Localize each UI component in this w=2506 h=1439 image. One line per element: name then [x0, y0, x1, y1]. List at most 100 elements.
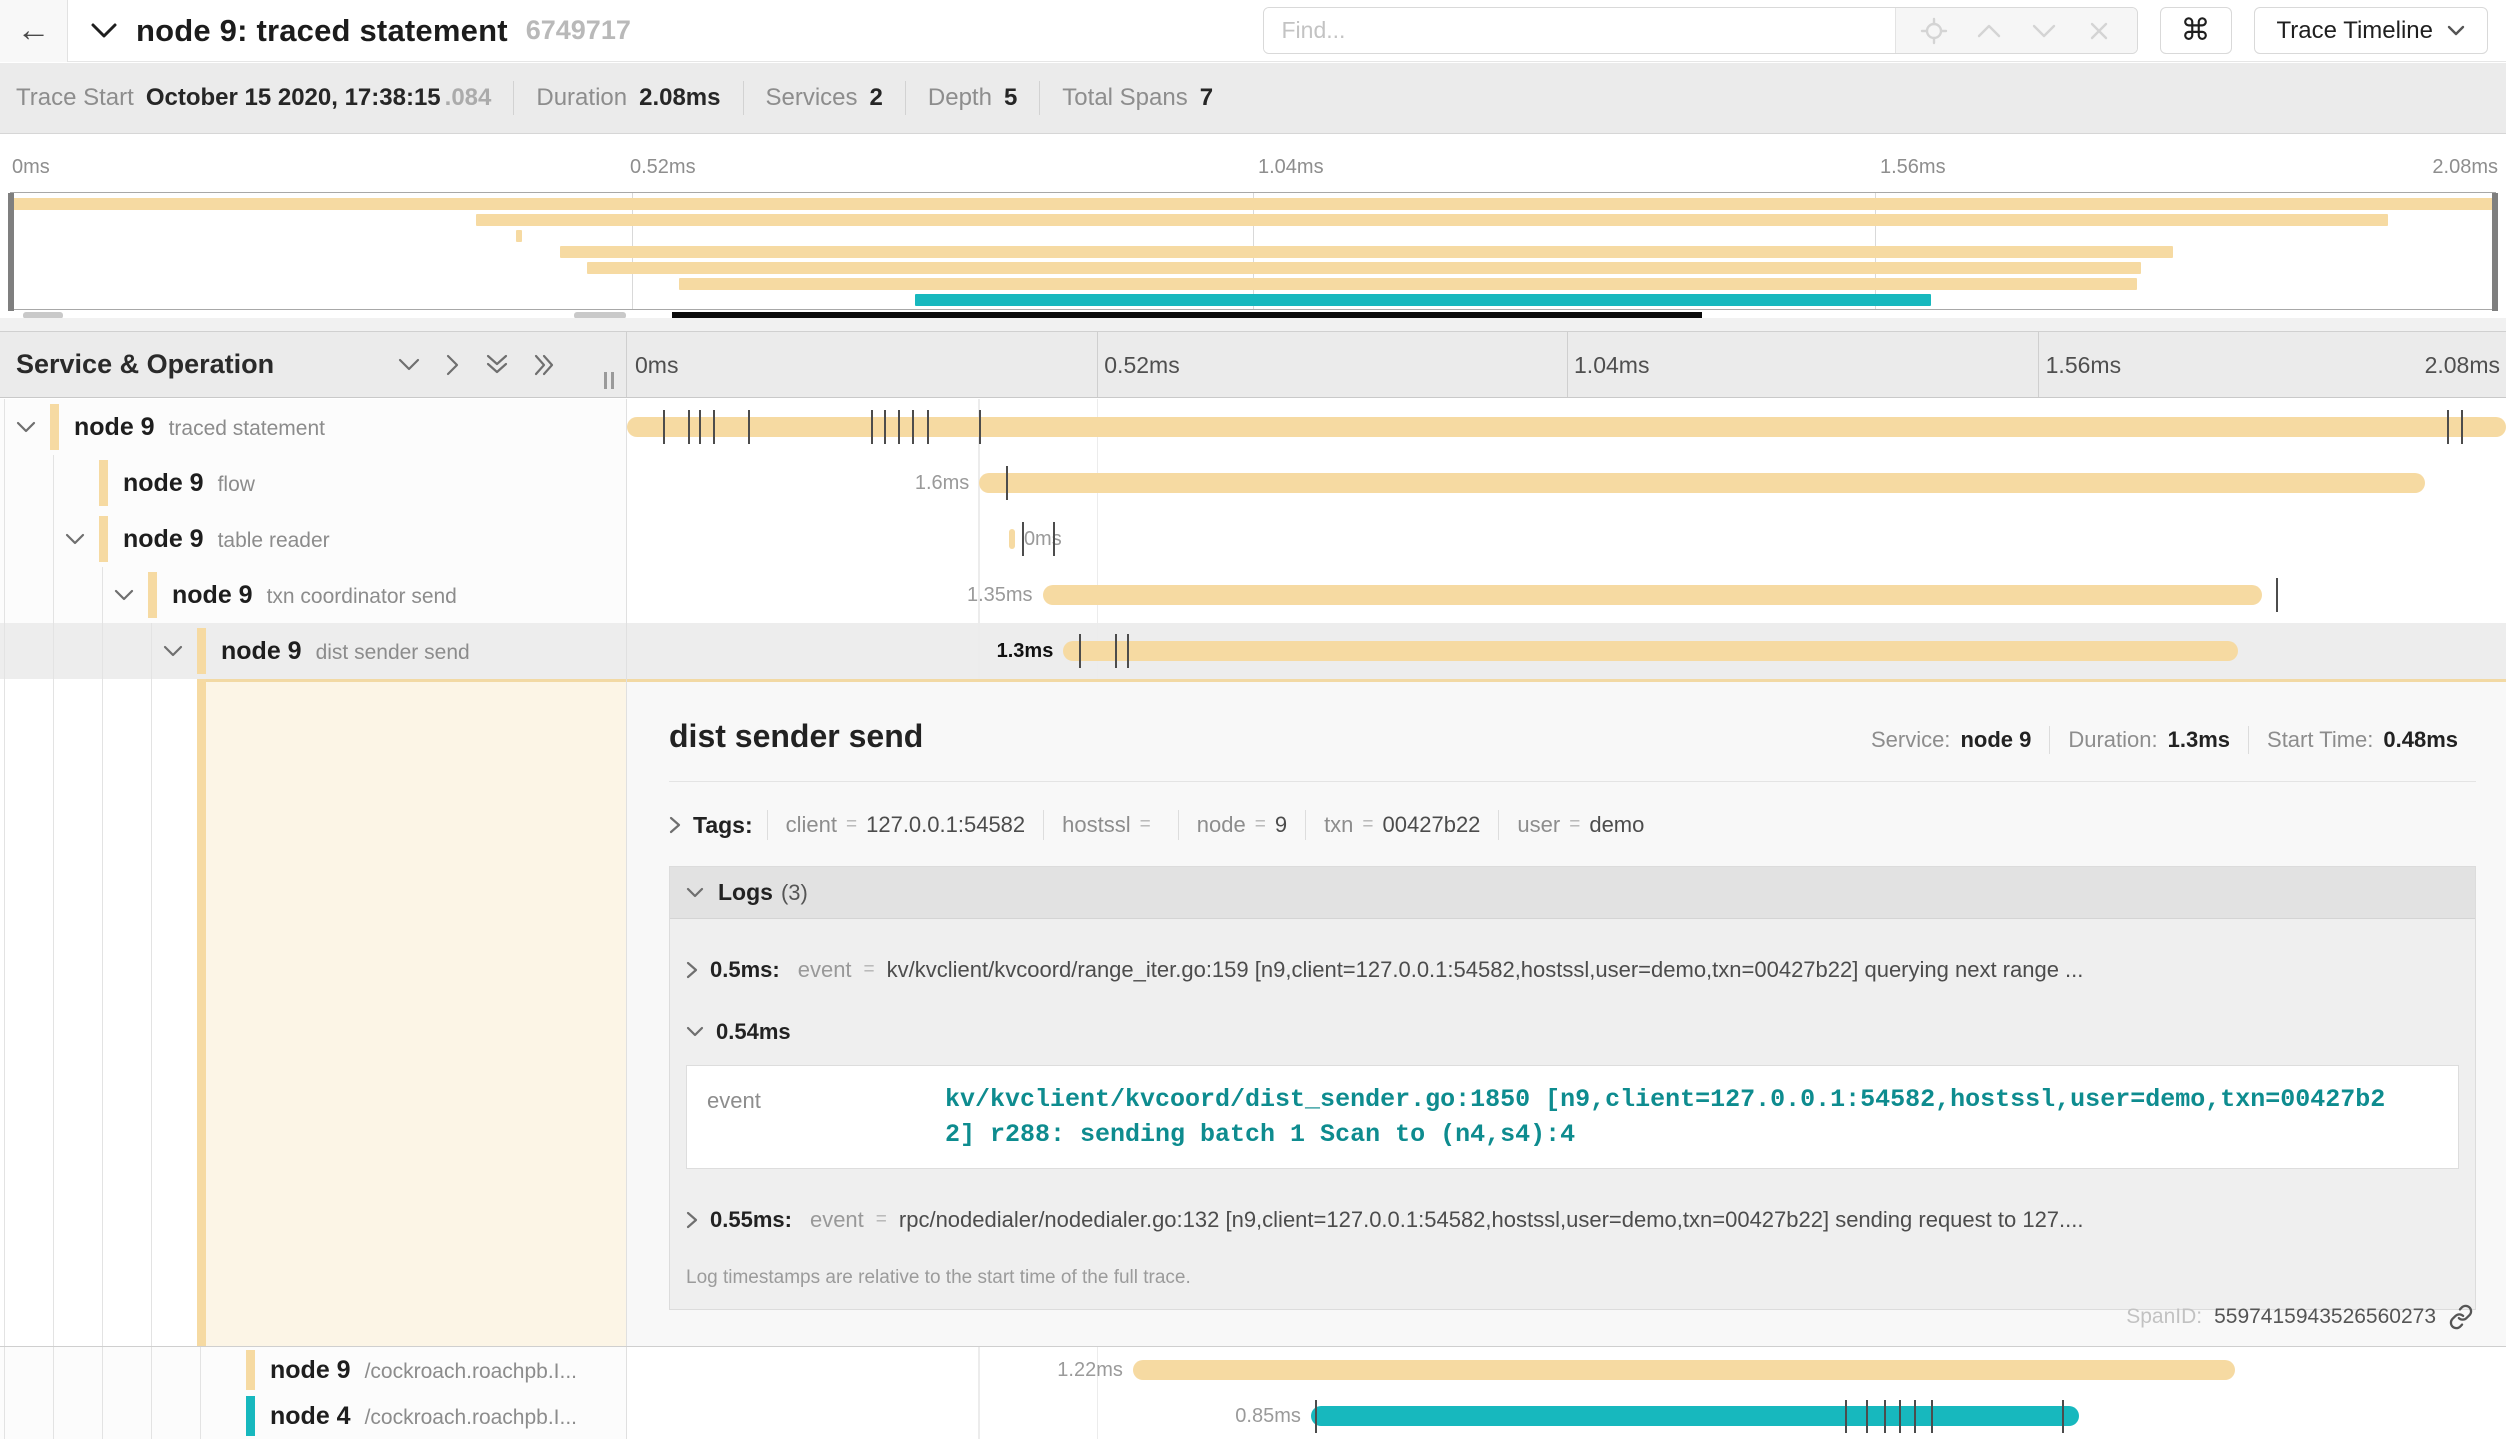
span-timeline-cell[interactable]: 1.22ms	[627, 1347, 2506, 1393]
timeline-column-headers: Service & Operation 0ms	[0, 331, 2506, 398]
trace-id: 6749717	[526, 15, 631, 46]
service-name: node 9traced statement	[74, 413, 325, 442]
locate-icon[interactable]	[1917, 14, 1951, 48]
span-bar[interactable]	[1043, 585, 2263, 605]
log-entry-2-header[interactable]: 0.54ms	[670, 1019, 2475, 1045]
span-duration-label: 0.85ms	[1235, 1393, 1301, 1439]
find-next-icon[interactable]	[2027, 14, 2061, 48]
timeline-time-ruler: 0ms 0.52ms 1.04ms 1.56ms 2.08ms	[627, 332, 2506, 397]
span-color-strip	[246, 1396, 255, 1436]
span-duration-label: 1.6ms	[915, 455, 969, 511]
trace-start-item: Trace Start October 15 2020, 17:38:15 .0…	[16, 81, 513, 115]
span-tree-item[interactable]: node 9flow	[0, 455, 627, 511]
span-tree-item[interactable]: node 9table reader	[0, 511, 627, 567]
trace-start-value: October 15 2020, 17:38:15	[146, 84, 441, 112]
services-label: Services	[766, 84, 858, 112]
span-timeline-cell[interactable]: 0ms	[627, 511, 2506, 567]
log-field-key: event	[810, 1207, 864, 1233]
find-input[interactable]	[1264, 8, 1895, 53]
span-tree-item[interactable]: node 9/cockroach.roachpb.I...	[0, 1347, 627, 1393]
span-color-strip	[148, 572, 157, 618]
span-row-flow: node 9flow 1.6ms	[0, 455, 2506, 511]
chevron-down-icon[interactable]	[65, 533, 85, 546]
log-marker-tick	[1931, 1400, 1933, 1433]
span-timeline-cell[interactable]: 0.85ms	[627, 1393, 2506, 1439]
detail-divider	[669, 781, 2476, 782]
minimap-right-scrubber[interactable]	[2492, 193, 2498, 311]
collapse-trace-icon[interactable]	[90, 22, 118, 40]
span-duration-label: 0ms	[1024, 511, 1062, 567]
minimap-span-bar	[516, 230, 522, 242]
ruler-tick-3: 1.56ms	[2046, 352, 2121, 379]
operation-name: table reader	[218, 529, 330, 552]
service-meta-value: node 9	[1960, 727, 2031, 753]
span-tree-item[interactable]: node 9traced statement	[0, 399, 627, 455]
span-duration-label: 1.22ms	[1057, 1347, 1123, 1394]
chevron-down-icon	[686, 887, 704, 899]
log-entry-3[interactable]: 0.55ms: event = rpc/nodedialer/nodediale…	[670, 1207, 2475, 1233]
logs-count: (3)	[781, 880, 808, 906]
keyboard-shortcuts-button[interactable]: ⌘	[2160, 7, 2232, 54]
log-marker-tick	[713, 410, 715, 444]
find-prev-icon[interactable]	[1972, 14, 2006, 48]
chevron-down-icon	[686, 1026, 704, 1038]
span-detail-row: dist sender send Service:node 9 Duration…	[0, 679, 2506, 1346]
span-tree-item[interactable]: node 9dist sender send	[0, 623, 627, 679]
service-name: node 4/cockroach.roachpb.I...	[270, 1402, 577, 1431]
logs-footnote: Log timestamps are relative to the start…	[686, 1267, 2475, 1289]
ruler-tick-0: 0ms	[635, 352, 678, 379]
service-name: node 9dist sender send	[221, 637, 470, 666]
log-marker-tick	[912, 410, 914, 444]
log-marker-tick	[927, 410, 929, 444]
logs-header[interactable]: Logs (3)	[670, 867, 2475, 919]
tag-txn: txn=00427b22	[1305, 810, 1498, 840]
log-marker-tick	[1127, 634, 1129, 668]
operation-name: flow	[218, 473, 255, 496]
span-bar[interactable]	[1063, 641, 2237, 661]
back-button[interactable]: ←	[0, 0, 68, 62]
axis-tick-0: 0ms	[12, 156, 50, 179]
span-tree-item[interactable]: node 4/cockroach.roachpb.I...	[0, 1393, 627, 1439]
span-bar[interactable]	[979, 473, 2424, 493]
collapse-one-icon[interactable]	[398, 358, 420, 372]
span-timeline-cell[interactable]: 1.3ms	[627, 623, 2506, 679]
log-marker-tick	[1866, 1400, 1868, 1433]
chevron-down-icon[interactable]	[114, 589, 134, 602]
chevron-down-icon[interactable]	[16, 421, 36, 434]
log-time: 0.54ms	[716, 1019, 791, 1045]
minimap-span-bar	[587, 262, 2141, 274]
span-timeline-cell[interactable]: 1.35ms	[627, 567, 2506, 623]
detail-header: dist sender send Service:node 9 Duration…	[669, 718, 2476, 755]
find-group	[1263, 7, 2138, 54]
log-time: 0.5ms:	[710, 957, 780, 983]
minimap-canvas[interactable]	[10, 192, 2496, 310]
expand-all-icon[interactable]	[534, 354, 556, 376]
span-bar[interactable]	[627, 417, 2506, 437]
chevron-down-icon[interactable]	[163, 645, 183, 658]
depth-item: Depth 5	[905, 81, 1039, 115]
span-color-strip	[99, 516, 108, 562]
span-bar[interactable]	[1133, 1360, 2235, 1380]
section-gap	[0, 318, 2506, 331]
log-marker-tick	[663, 410, 665, 444]
log-entry-1[interactable]: 0.5ms: event = kv/kvclient/kvcoord/range…	[670, 957, 2475, 983]
span-bar[interactable]	[1009, 529, 1014, 549]
expand-one-icon[interactable]	[446, 354, 460, 376]
minimap-left-scrubber[interactable]	[8, 193, 14, 311]
tag-client: client=127.0.0.1:54582	[767, 810, 1044, 840]
span-bar[interactable]	[1311, 1406, 2079, 1426]
span-timeline-cell[interactable]	[627, 399, 2506, 455]
span-timeline-cell[interactable]: 1.6ms	[627, 455, 2506, 511]
ruler-tick-4: 2.08ms	[2425, 352, 2500, 379]
collapse-all-icon[interactable]	[486, 354, 508, 376]
log-marker-tick	[1115, 634, 1117, 668]
span-tree-item[interactable]: node 9txn coordinator send	[0, 567, 627, 623]
find-clear-icon[interactable]	[2082, 14, 2116, 48]
column-resizer[interactable]	[604, 372, 614, 389]
link-icon[interactable]	[2448, 1304, 2474, 1330]
view-selector-button[interactable]: Trace Timeline	[2254, 7, 2489, 54]
log-marker-tick	[2447, 410, 2449, 444]
tags-row[interactable]: Tags: client=127.0.0.1:54582 hostssl= no…	[669, 810, 2476, 840]
back-arrow-icon: ←	[17, 11, 51, 50]
total-spans-item: Total Spans 7	[1039, 81, 1235, 115]
